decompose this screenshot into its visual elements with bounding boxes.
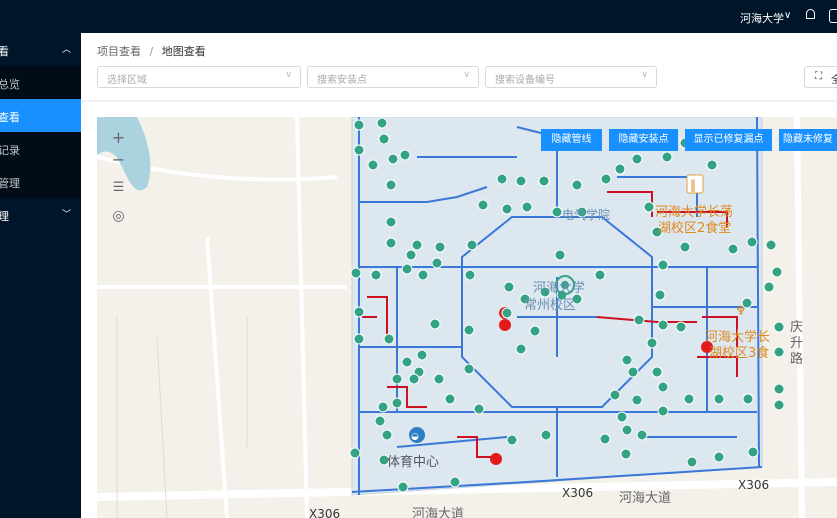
- map-svg[interactable]: ‖ ♆ ◒: [97, 117, 837, 518]
- fullscreen-icon: ⛶: [815, 71, 822, 82]
- user-name[interactable]: 河海大学: [740, 10, 784, 26]
- sidebar-group-label: 理: [0, 210, 9, 223]
- map-label-road-x306: X306: [562, 486, 594, 500]
- chevron-down-icon: ﹀: [62, 210, 72, 220]
- sidebar-item-records[interactable]: 记录: [0, 132, 81, 165]
- map-label-road-x306: X306: [738, 478, 770, 492]
- breadcrumb-current: 地图查看: [161, 45, 206, 58]
- device-id-select[interactable]: 搜索设备编号 ∨: [485, 66, 657, 88]
- svg-text:‖: ‖: [690, 178, 696, 192]
- sidebar-group-view[interactable]: 看 ︿: [0, 33, 81, 66]
- hide-unrepaired-button[interactable]: 隐藏未修复: [779, 129, 837, 151]
- chevron-up-icon: ︿: [62, 45, 72, 55]
- breadcrumb-separator: /: [149, 45, 154, 58]
- sidebar-item-overview[interactable]: 总览: [0, 66, 81, 99]
- map-label-road-qing: 路: [790, 352, 804, 367]
- map-controls: + − ☰ ◎: [104, 127, 133, 231]
- svg-text:♆: ♆: [735, 304, 747, 319]
- map-label-canteen3-line2: 湖校区3食: [709, 346, 770, 361]
- install-point-placeholder: 搜索安装点: [317, 75, 367, 86]
- fullscreen-label: 全: [831, 75, 837, 86]
- sidebar-item-map-view[interactable]: 查看: [0, 99, 81, 132]
- install-point-select[interactable]: 搜索安装点 ∨: [307, 66, 479, 88]
- hide-pipeline-button[interactable]: 隐藏管线: [541, 129, 602, 151]
- bell-icon[interactable]: [806, 9, 815, 19]
- breadcrumb-parent[interactable]: 项目查看: [97, 45, 141, 58]
- top-header: 河海大学 ∨: [0, 0, 837, 33]
- base-map-lines: [116, 317, 248, 518]
- zoom-out-button[interactable]: −: [104, 149, 133, 171]
- chevron-down-icon: ∨: [641, 70, 648, 80]
- svg-text:◒: ◒: [411, 432, 419, 442]
- sidebar-item-management[interactable]: 管理: [0, 165, 81, 198]
- map-label-sports-center: 体育中心: [387, 455, 440, 470]
- map-label-college: 电气学院: [562, 208, 611, 222]
- avatar[interactable]: [829, 9, 837, 23]
- hide-install-points-button[interactable]: 隐藏安装点: [609, 129, 678, 151]
- sidebar: 看 ︿ 总览 查看 记录 管理 理 ﹀: [0, 33, 81, 518]
- map-label-hehai-road: 河海大道: [619, 491, 672, 506]
- divider: [81, 100, 837, 102]
- device-id-placeholder: 搜索设备编号: [495, 75, 555, 86]
- sidebar-item-label: 记录: [0, 144, 20, 157]
- chevron-down-icon: ∨: [285, 70, 292, 80]
- map-label-road-x306: X306: [309, 507, 341, 518]
- canteen-icon[interactable]: ‖: [686, 174, 704, 194]
- sidebar-item-label: 总览: [0, 78, 20, 91]
- canteen-icon[interactable]: ♆: [735, 304, 747, 319]
- sidebar-group-admin[interactable]: 理 ﹀: [0, 198, 81, 231]
- chevron-down-icon: ∨: [463, 70, 470, 80]
- sidebar-item-label: 查看: [0, 111, 20, 124]
- area-select-placeholder: 选择区域: [107, 75, 147, 86]
- fullscreen-button[interactable]: ⛶ 全: [804, 66, 837, 88]
- area-select[interactable]: 选择区域 ∨: [97, 66, 301, 88]
- map-label-hehai-road: 河海大道: [412, 507, 465, 518]
- sidebar-item-label: 管理: [0, 177, 20, 190]
- map-label-campus-line2: 常州校区: [524, 298, 577, 313]
- show-repaired-leaks-button[interactable]: 显示已修复漏点: [685, 129, 772, 151]
- map-canvas[interactable]: ‖ ♆ ◒ 电气学院 河海大学长荡 湖校区2食堂 河海大学 常州校区 河海大学长…: [97, 117, 837, 518]
- list-icon[interactable]: ☰: [104, 177, 133, 199]
- chevron-down-icon[interactable]: ∨: [784, 10, 791, 21]
- sports-center-icon[interactable]: ◒: [409, 427, 425, 443]
- breadcrumb: 项目查看 / 地图查看: [97, 43, 206, 59]
- locate-icon[interactable]: ◎: [104, 205, 133, 227]
- zoom-in-button[interactable]: +: [104, 127, 133, 149]
- sidebar-group-label: 看: [0, 45, 9, 58]
- map-label-canteen2-line2: 湖校区2食堂: [658, 221, 732, 236]
